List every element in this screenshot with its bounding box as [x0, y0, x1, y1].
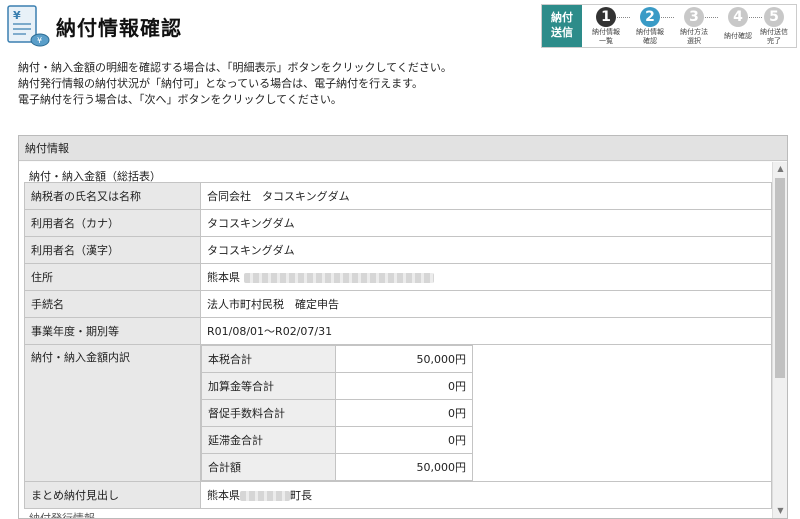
step-label: 納付情報	[592, 28, 620, 36]
scroll-down-arrow-icon[interactable]: ▼	[773, 504, 787, 518]
instruction-line: 納付発行情報の納付状況が「納付可」となっている場合は、電子納付を行えます。	[18, 77, 424, 90]
panel-heading: 納付情報	[19, 136, 787, 161]
step-number: 1	[596, 7, 616, 27]
step-1: 1 納付情報 一覧	[584, 5, 628, 47]
step-label: 納付方法	[680, 28, 708, 36]
summary-suffix: 町長	[290, 489, 312, 502]
breakdown-item-label: 本税合計	[201, 345, 336, 373]
step-5: 5 納付送信 完了	[752, 5, 796, 47]
send-badge-line-2: 送信	[551, 26, 573, 39]
payment-send-badge: 納付 送信	[542, 5, 582, 47]
summary-heading-label: まとめ納付見出し	[24, 481, 201, 509]
redacted-address	[243, 273, 434, 283]
period-value: R01/08/01～R02/07/31	[200, 317, 772, 345]
step-label: 納付送信	[760, 28, 788, 36]
step-number: 2	[640, 7, 660, 27]
page-title: 納付情報確認	[56, 16, 182, 40]
user-kana-label: 利用者名（カナ）	[24, 209, 201, 237]
summary-heading-value: 熊本県 町長	[200, 481, 772, 509]
breakdown-table: 本税合計 50,000円 加算金等合計 0円 督促手数料合計 0円 延滞金合計 …	[201, 345, 473, 481]
vertical-scrollbar[interactable]: ▲ ▼	[772, 162, 787, 518]
table-row: 事業年度・期別等 R01/08/01～R02/07/31	[24, 317, 772, 345]
breakdown-item-label: 延滞金合計	[201, 426, 336, 454]
period-label: 事業年度・期別等	[24, 317, 201, 345]
procedure-value: 法人市町村民税 確定申告	[200, 290, 772, 318]
payment-info-panel: 納付情報 納付・納入金額（総括表） 納税者の氏名又は名称 合同会社 タコスキング…	[18, 135, 788, 519]
user-kana-value: タコスキングダム	[200, 209, 772, 237]
send-badge-line-1: 納付	[551, 11, 573, 24]
breakdown-row: 加算金等合計 0円	[201, 372, 473, 400]
scroll-up-arrow-icon[interactable]: ▲	[773, 162, 787, 176]
next-section-label: 納付発行情報	[29, 510, 95, 518]
breakdown-row: 督促手数料合計 0円	[201, 399, 473, 427]
breakdown-item-value: 50,000円	[335, 345, 473, 373]
step-label: 確認	[643, 37, 657, 45]
step-label: 一覧	[599, 37, 613, 45]
table-row: 住所 熊本県	[24, 263, 772, 291]
svg-text:¥: ¥	[37, 36, 42, 45]
procedure-label: 手続名	[24, 290, 201, 318]
user-kanji-value: タコスキングダム	[200, 236, 772, 264]
address-prefecture: 熊本県	[207, 271, 240, 284]
step-label: 納付情報	[636, 28, 664, 36]
step-number: 4	[728, 7, 748, 27]
address-label: 住所	[24, 263, 201, 291]
breakdown-item-value: 0円	[335, 399, 473, 427]
taxpayer-name-label: 納税者の氏名又は名称	[24, 182, 201, 210]
progress-steps: 納付 送信 1 納付情報 一覧 2 納付情報 確認 3 納付方法 選択 4 納付…	[541, 4, 797, 48]
table-row: まとめ納付見出し 熊本県 町長	[24, 481, 772, 509]
step-label: 完了	[767, 37, 781, 45]
instruction-line: 納付・納入金額の明細を確認する場合は、「明細表示」ボタンをクリックしてください。	[18, 61, 452, 74]
table-row: 利用者名（漢字） タコスキングダム	[24, 236, 772, 264]
step-number: 3	[684, 7, 704, 27]
summary-prefecture: 熊本県	[207, 489, 240, 502]
breakdown-row: 延滞金合計 0円	[201, 426, 473, 454]
redacted-town	[240, 491, 290, 501]
payment-info-scroll-area[interactable]: 納付・納入金額（総括表） 納税者の氏名又は名称 合同会社 タコスキングダム 利用…	[19, 162, 787, 518]
breakdown-label: 納付・納入金額内訳	[24, 344, 201, 482]
breakdown-row: 本税合計 50,000円	[201, 345, 473, 373]
svg-text:¥: ¥	[13, 9, 21, 22]
table-row: 納税者の氏名又は名称 合同会社 タコスキングダム	[24, 182, 772, 210]
breakdown-item-value: 50,000円	[335, 453, 473, 481]
table-row: 手続名 法人市町村民税 確定申告	[24, 290, 772, 318]
breakdown-row: 合計額 50,000円	[201, 453, 473, 481]
step-number: 5	[764, 7, 784, 27]
payment-summary-table: 納税者の氏名又は名称 合同会社 タコスキングダム 利用者名（カナ） タコスキング…	[24, 182, 772, 509]
payment-document-icon: ¥ ¥	[7, 5, 50, 47]
instructions: 納付・納入金額の明細を確認する場合は、「明細表示」ボタンをクリックしてください。…	[18, 60, 452, 108]
step-2: 2 納付情報 確認	[628, 5, 672, 47]
breakdown-cell: 本税合計 50,000円 加算金等合計 0円 督促手数料合計 0円 延滞金合計 …	[200, 344, 772, 482]
breakdown-item-label: 加算金等合計	[201, 372, 336, 400]
breakdown-item-label: 合計額	[201, 453, 336, 481]
address-value: 熊本県	[200, 263, 772, 291]
table-row: 利用者名（カナ） タコスキングダム	[24, 209, 772, 237]
breakdown-item-value: 0円	[335, 426, 473, 454]
taxpayer-name-value: 合同会社 タコスキングダム	[200, 182, 772, 210]
step-label: 選択	[687, 37, 701, 45]
user-kanji-label: 利用者名（漢字）	[24, 236, 201, 264]
step-3: 3 納付方法 選択	[672, 5, 716, 47]
instruction-line: 電子納付を行う場合は、「次へ」ボタンをクリックしてください。	[18, 93, 342, 106]
scrollbar-thumb[interactable]	[775, 178, 785, 378]
page-header: ¥ ¥ 納付情報確認 納付 送信 1 納付情報 一覧 2 納付情報 確認 3 納…	[0, 0, 800, 50]
table-row: 納付・納入金額内訳 本税合計 50,000円 加算金等合計 0円 督促手数料合計	[24, 344, 772, 482]
breakdown-item-label: 督促手数料合計	[201, 399, 336, 427]
breakdown-item-value: 0円	[335, 372, 473, 400]
